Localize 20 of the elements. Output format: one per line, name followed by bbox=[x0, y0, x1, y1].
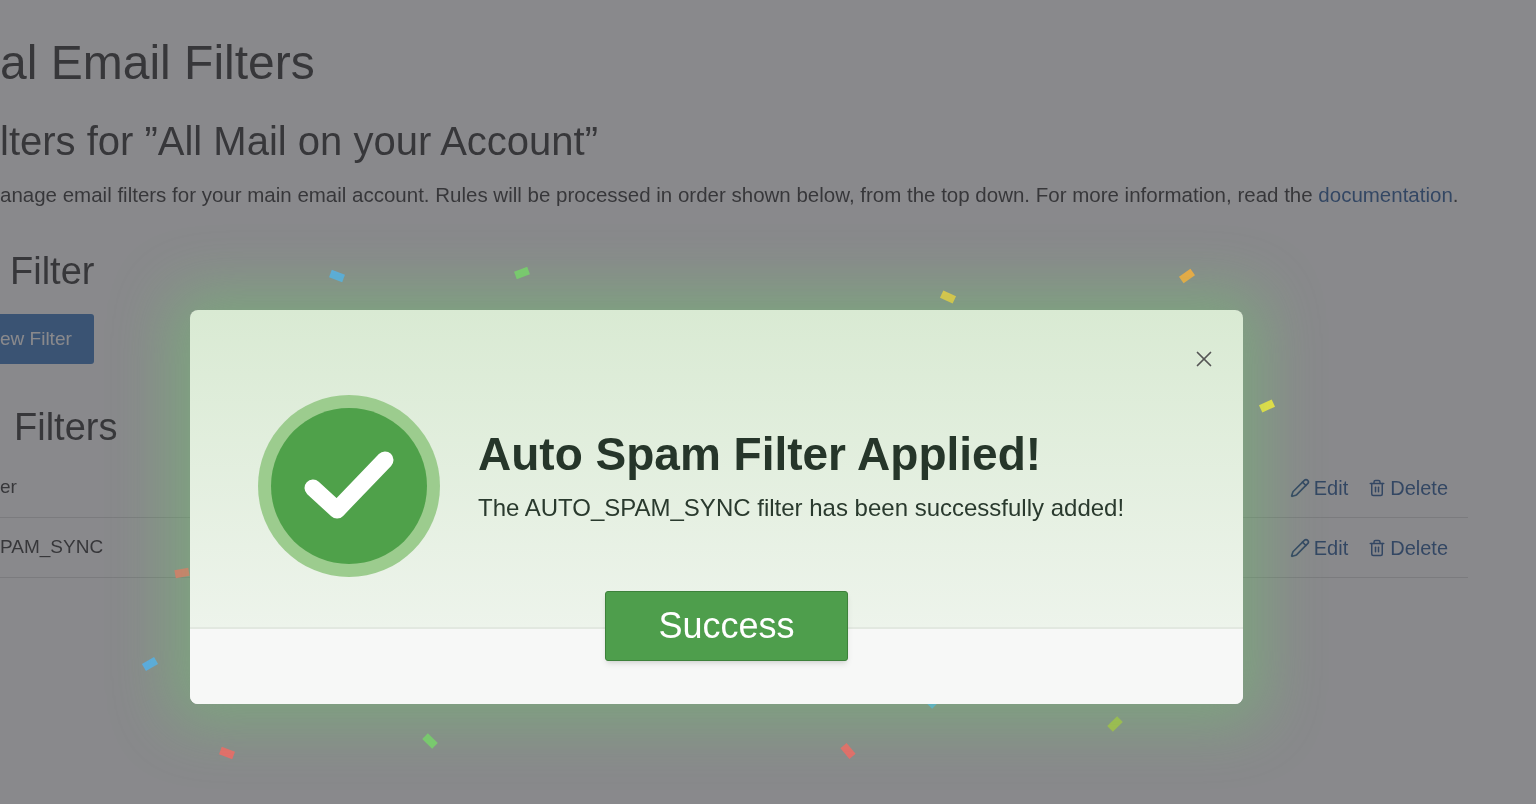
filter-name: PAM_SYNC bbox=[0, 535, 104, 560]
pencil-icon bbox=[1289, 477, 1310, 498]
edit-link[interactable]: Edit bbox=[1289, 472, 1349, 503]
dialog-title: Auto Spam Filter Applied! bbox=[478, 427, 1043, 482]
edit-link[interactable]: Edit bbox=[1289, 532, 1349, 563]
trash-icon bbox=[1368, 538, 1387, 557]
success-button[interactable]: Success bbox=[605, 591, 848, 661]
trash-icon bbox=[1368, 478, 1387, 497]
new-filter-button[interactable]: ew Filter bbox=[0, 314, 94, 364]
delete-link[interactable]: Delete bbox=[1368, 532, 1448, 563]
delete-link[interactable]: Delete bbox=[1368, 472, 1448, 503]
filter-name: er bbox=[0, 475, 17, 500]
dialog-message: The AUTO_SPAM_SYNC filter has been successfully added! bbox=[478, 493, 1125, 523]
documentation-link[interactable]: documentation bbox=[1318, 183, 1453, 206]
pencil-icon bbox=[1289, 537, 1310, 558]
description-text: anage email filters for your main email account. Rules will be processed in order shown below, from the top down. For more information, read the documentation. bbox=[0, 182, 1460, 208]
section-title: lters for ”All Mail on your Account” bbox=[0, 118, 599, 165]
page-title: al Email Filters bbox=[0, 35, 316, 91]
section-heading: Filters bbox=[13, 405, 119, 450]
section-heading: Filter bbox=[9, 249, 96, 294]
